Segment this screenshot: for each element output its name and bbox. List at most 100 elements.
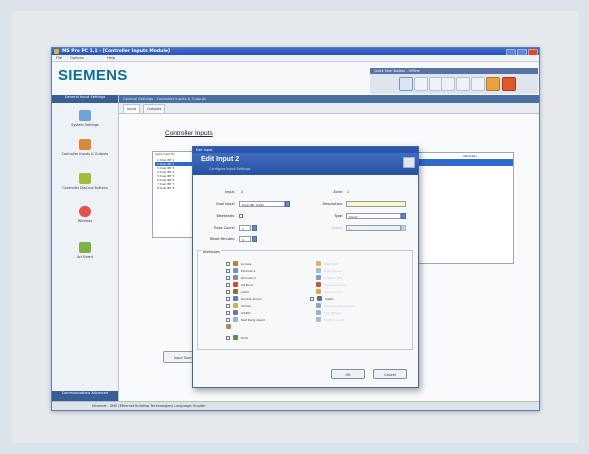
attribute-hold[interactable]: Hold [226, 335, 248, 340]
edit-input-dialog: Edit Input Edit Input 2 Configure Input … [192, 146, 419, 388]
help-icon[interactable] [471, 77, 485, 91]
attribute-chime[interactable]: Chime [226, 303, 251, 308]
checkbox[interactable] [310, 296, 314, 301]
weekends-checkbox[interactable] [239, 214, 243, 218]
attribute-access-lock[interactable]: Access Lock [316, 289, 342, 294]
attribute-entry-route[interactable]: Entry Route [316, 268, 342, 273]
attribute-double-knock[interactable]: Double Knock [226, 296, 262, 301]
exclude-icon [233, 268, 238, 273]
inhibit-icon [233, 310, 238, 315]
checkbox[interactable] [226, 296, 230, 301]
double-knock-icon [233, 296, 238, 301]
checkbox[interactable] [226, 317, 230, 322]
sidebar: General Input Settings System Settings C… [52, 95, 119, 401]
refresh-icon[interactable] [486, 77, 500, 91]
test-icon [233, 317, 238, 322]
dual-input-select[interactable]: Dual INT (2SP) [239, 201, 285, 207]
wireless-icon [79, 206, 91, 217]
alarm-icon[interactable] [502, 77, 516, 91]
connect-icon[interactable] [399, 77, 413, 91]
attribute-monitor-input[interactable]: Monitor Input [316, 317, 344, 322]
checkbox[interactable] [226, 335, 230, 340]
checkbox[interactable] [226, 282, 230, 287]
sidebar-item-label: Wireless [77, 219, 93, 223]
checkbox[interactable] [226, 289, 230, 294]
attribute-force-armable[interactable]: Force Armable [316, 282, 346, 287]
status-text: Ethernet - SMS (Ethernet Building Techno… [92, 404, 206, 408]
attribute-custom-text[interactable]: Custom Text [316, 275, 343, 280]
reset-minutes-input[interactable]: 0 [239, 236, 251, 242]
attribute-log-tamper[interactable]: Log Tamper [316, 310, 341, 315]
tab-bar: Input Outputs [119, 103, 539, 114]
controller-inputs-icon [79, 139, 91, 150]
sidebar-footer[interactable]: Communications Advanced [52, 391, 118, 401]
sidebar-item-system-settings[interactable]: System Settings [52, 110, 118, 127]
dual-input-label: Dual Input: [216, 202, 235, 206]
alarm-dropdown-icon[interactable] [401, 225, 406, 231]
settings-icon[interactable] [456, 77, 470, 91]
menu-bar: File Options Help [52, 55, 539, 62]
selected-row[interactable] [403, 159, 513, 166]
description-input[interactable] [346, 201, 406, 207]
pulse-count-stepper[interactable] [252, 225, 257, 231]
walk-icon [226, 324, 231, 329]
dialog-title: Edit Input 2 [201, 156, 240, 163]
sidebar-item-art-event[interactable]: Art Event [52, 242, 118, 259]
attribute-test-daily-alarm[interactable]: Test Daily Alarm [226, 317, 265, 322]
access-icon [233, 261, 238, 266]
reset-minutes-label: Reset Minutes: [209, 237, 235, 241]
tab-input[interactable]: Input [123, 104, 141, 113]
attribute-24-hour[interactable]: 24 Hour [226, 282, 253, 287]
dialog-close-icon[interactable] [403, 157, 415, 168]
cancel-button[interactable]: Cancel [373, 369, 407, 379]
type-dropdown-icon[interactable] [401, 213, 406, 219]
attribute-access[interactable]: Access [226, 261, 251, 266]
reset-minutes-stepper[interactable] [252, 236, 257, 242]
clock-icon [233, 282, 238, 287]
attributes-header: Attributes [463, 154, 477, 158]
zone-value: 1 [347, 190, 350, 194]
menu-help[interactable]: Help [107, 55, 115, 61]
dual-input-dropdown-icon[interactable] [285, 201, 290, 207]
sidebar-item-controller-buttons[interactable]: Controller Dial-out Buttons [52, 173, 118, 190]
system-settings-icon [79, 110, 91, 121]
attribute-walk-test[interactable]: Walk Test [316, 261, 338, 266]
walk-test-icon [316, 261, 321, 266]
attribute-inhibit[interactable]: Inhibit [226, 310, 250, 315]
attribute-walk[interactable] [226, 324, 231, 329]
attribute-exclude-2[interactable]: Exclude 2 [226, 275, 256, 280]
menu-file[interactable]: File [56, 55, 62, 61]
window-title: MS Pro PC 1.1 - [Controller Inputs Modul… [62, 49, 170, 54]
menu-options[interactable]: Options [70, 55, 84, 61]
chime-icon [233, 303, 238, 308]
ok-label: OK [345, 373, 351, 377]
description-label: Description: [322, 202, 343, 206]
type-select[interactable]: Alarm [346, 213, 401, 219]
checkbox[interactable] [226, 261, 230, 266]
zone-label: Zone: [333, 190, 343, 194]
pulse-count-input[interactable]: 1 [239, 225, 251, 231]
alarm-select[interactable]: 1 [346, 225, 401, 231]
sidebar-header[interactable]: General Input Settings [52, 95, 118, 103]
sidebar-item-label: Controller Inputs & Outputs [61, 152, 109, 156]
dialog-header: Edit Input 2 Configure Input Settings [193, 153, 418, 175]
monitor-icon [316, 317, 321, 322]
checkbox[interactable] [226, 268, 230, 273]
sidebar-item-controller-inputs[interactable]: Controller Inputs & Outputs [52, 139, 118, 156]
sidebar-item-label: System Settings [71, 123, 99, 127]
disconnect-icon[interactable] [414, 77, 428, 91]
ok-button[interactable]: OK [331, 369, 365, 379]
checkbox[interactable] [226, 303, 230, 308]
attribute-exclude-1[interactable]: Exclude 1 [226, 268, 256, 273]
sidebar-item-wireless[interactable]: Wireless [52, 206, 118, 223]
tab-outputs[interactable]: Outputs [143, 104, 166, 113]
checkbox[interactable] [226, 310, 230, 315]
checkbox[interactable] [226, 275, 230, 280]
attribute-wireless-supervision[interactable]: Wireless Supervision [316, 303, 355, 308]
attribute-latch[interactable]: Latch [226, 289, 249, 294]
download-icon[interactable] [441, 77, 455, 91]
exclude-icon [233, 275, 238, 280]
attributes-group: Attributes Access Exclude 1 Exclude 2 24… [197, 250, 413, 350]
status-bar: Ethernet - SMS (Ethernet Building Techno… [52, 401, 539, 410]
attribute-silent[interactable]: Silent [310, 296, 334, 301]
